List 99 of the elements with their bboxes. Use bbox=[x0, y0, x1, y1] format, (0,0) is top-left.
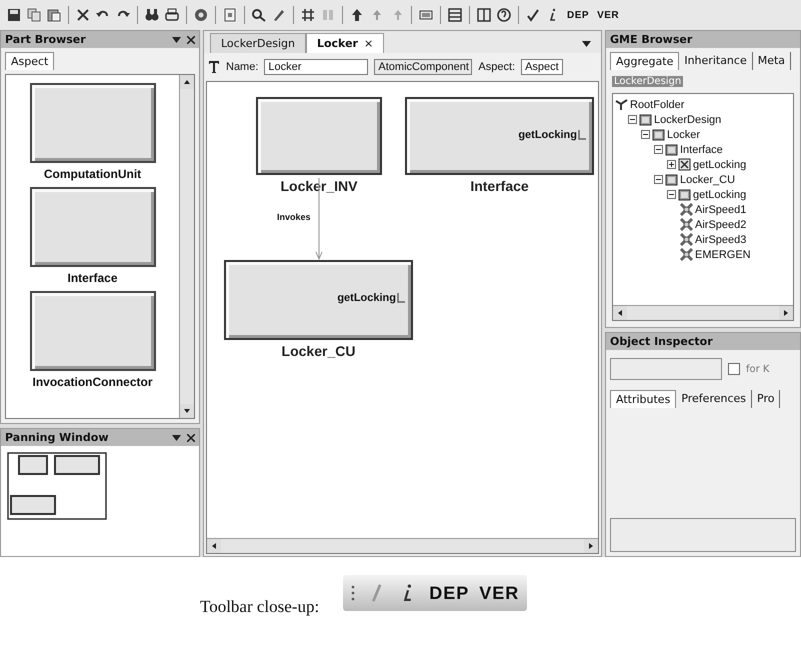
toolbar-button[interactable]: DEP bbox=[429, 582, 470, 604]
toolbar-button[interactable]: VER bbox=[479, 582, 520, 604]
delete-icon[interactable] bbox=[75, 7, 91, 23]
search-field[interactable] bbox=[610, 358, 722, 380]
kind-field: AtomicComponent bbox=[374, 59, 472, 75]
collapse-icon[interactable] bbox=[628, 115, 637, 124]
toolbar-button[interactable]: VER bbox=[595, 10, 622, 20]
collapse-icon[interactable] bbox=[667, 190, 676, 199]
box-label: Locker_INV bbox=[279, 178, 359, 194]
part-thumbnail[interactable] bbox=[30, 83, 156, 163]
part-thumbnail[interactable] bbox=[30, 187, 156, 267]
port-label: getLocking bbox=[337, 292, 396, 304]
tab[interactable]: Aspect bbox=[5, 52, 54, 70]
port-icon bbox=[578, 130, 586, 140]
grid-icon[interactable] bbox=[300, 7, 316, 23]
expand-icon[interactable] bbox=[667, 160, 676, 169]
port-icon bbox=[397, 293, 405, 303]
copy-icon[interactable] bbox=[26, 7, 42, 23]
checkbox[interactable] bbox=[728, 363, 740, 375]
print-icon[interactable] bbox=[164, 7, 180, 23]
document-tab[interactable]: LockerDesign bbox=[210, 33, 306, 53]
tree-item[interactable]: EMERGEN bbox=[695, 248, 751, 260]
tree-item[interactable]: getLocking bbox=[693, 188, 746, 200]
tree-item[interactable]: AirSpeed2 bbox=[695, 218, 746, 230]
part-thumbnail[interactable] bbox=[30, 291, 156, 371]
scroll-right-icon[interactable] bbox=[584, 539, 598, 553]
box-label: Interface bbox=[469, 178, 530, 194]
model-icon bbox=[665, 173, 678, 186]
tab[interactable]: Aggregate bbox=[610, 52, 680, 70]
field-label: Name: bbox=[226, 61, 258, 73]
columns-icon[interactable] bbox=[476, 7, 492, 23]
binoculars-icon[interactable] bbox=[144, 7, 160, 23]
close-icon[interactable] bbox=[187, 434, 195, 442]
model-icon bbox=[652, 128, 665, 141]
panel-title: Panning Window bbox=[5, 431, 108, 444]
folder-icon bbox=[615, 98, 628, 111]
atom-icon bbox=[680, 218, 693, 231]
scroll-down-icon[interactable] bbox=[180, 404, 194, 418]
document-tab[interactable]: Locker × bbox=[306, 33, 384, 53]
collapse-icon[interactable] bbox=[654, 145, 663, 154]
grip-icon bbox=[351, 584, 356, 602]
scroll-left-icon[interactable] bbox=[613, 306, 627, 320]
up-arrow-icon[interactable] bbox=[349, 7, 365, 23]
tree-item[interactable]: Locker bbox=[667, 128, 700, 140]
panel-title: Object Inspector bbox=[610, 335, 713, 348]
model-icon bbox=[678, 188, 691, 201]
toolbar-button[interactable]: DEP bbox=[565, 10, 592, 20]
scroll-up-icon[interactable] bbox=[180, 75, 194, 89]
tree-item[interactable]: LockerDesign bbox=[654, 114, 722, 126]
name-field[interactable]: Locker bbox=[264, 59, 368, 75]
part-label: Interface bbox=[67, 271, 118, 285]
tree-item[interactable]: Interface bbox=[680, 144, 723, 156]
tree-item[interactable]: AirSpeed1 bbox=[695, 204, 746, 216]
page-icon[interactable] bbox=[222, 7, 238, 23]
atom-icon bbox=[680, 248, 693, 261]
scrollbar[interactable] bbox=[613, 305, 793, 320]
scroll-left-icon[interactable] bbox=[207, 539, 221, 553]
tree-item[interactable]: RootFolder bbox=[630, 98, 684, 110]
caption: Toolbar close-up: bbox=[200, 597, 320, 617]
model-box[interactable] bbox=[256, 97, 382, 175]
paste-icon[interactable] bbox=[46, 7, 62, 23]
model-box[interactable]: getLocking bbox=[224, 260, 413, 340]
panel-title: GME Browser bbox=[610, 33, 692, 46]
checkbox-label: for K bbox=[746, 364, 770, 374]
port-label: getLocking bbox=[518, 129, 577, 141]
model-icon bbox=[639, 113, 652, 126]
dropdown-icon[interactable] bbox=[172, 36, 181, 42]
text-tool-icon[interactable] bbox=[208, 60, 220, 74]
close-icon[interactable] bbox=[187, 36, 195, 44]
collapse-icon[interactable] bbox=[654, 175, 663, 184]
box-label: Locker_CU bbox=[280, 343, 356, 359]
port-icon bbox=[678, 158, 691, 171]
tree-item[interactable]: Locker_CU bbox=[680, 174, 736, 186]
zoom-icon[interactable] bbox=[251, 7, 267, 23]
atom-icon bbox=[680, 233, 693, 246]
tree-item[interactable]: AirSpeed3 bbox=[695, 234, 746, 246]
save-icon[interactable] bbox=[6, 7, 22, 23]
scrollbar[interactable] bbox=[207, 538, 598, 553]
collapse-icon[interactable] bbox=[641, 130, 650, 139]
tab[interactable]: Meta bbox=[752, 52, 792, 70]
connection-label: Invokes bbox=[277, 212, 311, 222]
atom-icon bbox=[680, 203, 693, 216]
scroll-right-icon[interactable] bbox=[779, 306, 793, 320]
part-label: ComputationUnit bbox=[44, 167, 142, 181]
scrollbar[interactable] bbox=[179, 75, 194, 418]
minimap-drawing[interactable] bbox=[7, 452, 107, 520]
aspect-field[interactable]: Aspect bbox=[521, 59, 563, 75]
panel-title: Part Browser bbox=[5, 33, 86, 46]
model-icon bbox=[665, 143, 678, 156]
tab[interactable]: Attributes bbox=[610, 390, 676, 408]
field-label: Aspect: bbox=[478, 61, 516, 73]
part-label: InvocationConnector bbox=[32, 375, 152, 389]
model-box[interactable]: getLocking bbox=[405, 97, 594, 175]
rows-icon[interactable] bbox=[447, 7, 463, 23]
pencil-icon[interactable] bbox=[271, 7, 287, 23]
dropdown-icon[interactable] bbox=[172, 434, 181, 440]
filter-field[interactable]: LockerDesign bbox=[612, 76, 684, 87]
tree-item[interactable]: getLocking bbox=[693, 158, 746, 170]
dropdown-icon[interactable] bbox=[582, 41, 591, 47]
